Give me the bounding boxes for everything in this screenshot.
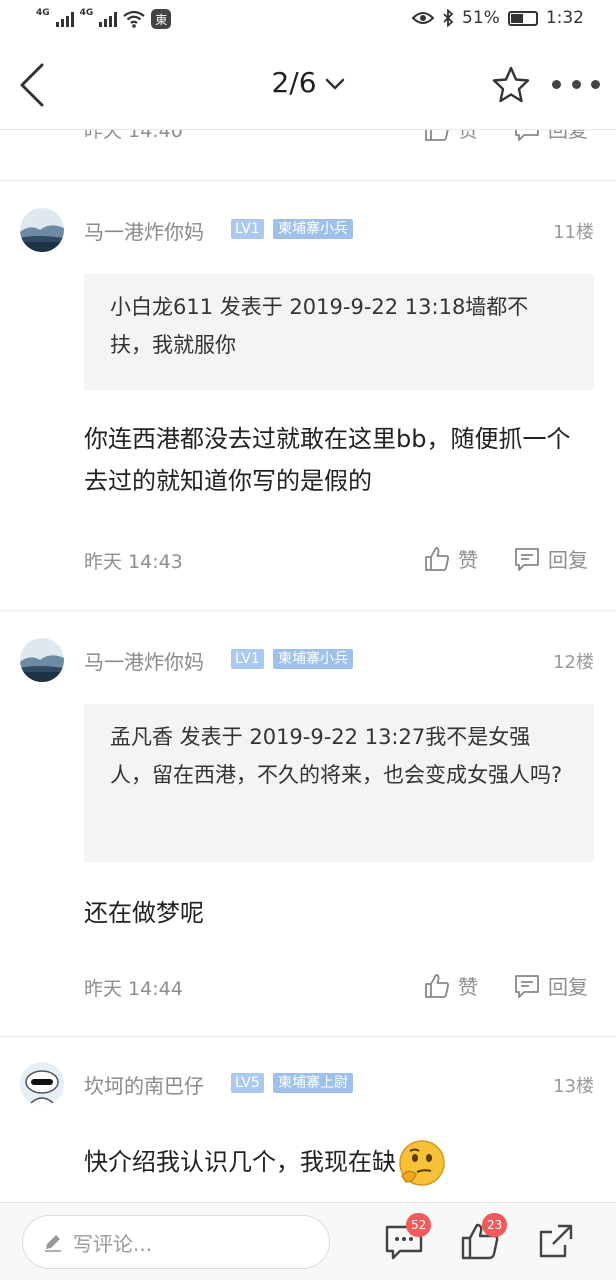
post-floor-11: 马一港炸你妈 LV1 柬埔寨小兵 11楼 小白龙611 发表于 2019-9-2… bbox=[0, 180, 616, 610]
post-floor-13: 坎坷的南巴仔 LV5 柬埔寨上尉 13楼 快介绍我认识几个，我现在缺 bbox=[0, 1036, 616, 1202]
level-badge: LV5 bbox=[231, 1073, 264, 1093]
level-badge: LV1 bbox=[231, 649, 264, 669]
floor-number: 11楼 bbox=[553, 222, 594, 243]
rank-badge: 柬埔寨小兵 bbox=[273, 219, 353, 239]
network-type-1: 4G bbox=[36, 8, 50, 18]
post-body: 快介绍我认识几个，我现在缺 bbox=[84, 1138, 604, 1188]
post-body-text: 快介绍我认识几个，我现在缺 bbox=[84, 1148, 396, 1176]
comment-icon bbox=[515, 974, 539, 998]
like-label: 赞 bbox=[458, 975, 478, 999]
avatar-landscape-icon bbox=[20, 208, 64, 252]
previous-post-footer: 昨天 14:40 赞 回复 bbox=[0, 130, 616, 156]
star-icon bbox=[492, 66, 530, 103]
like-button[interactable]: 赞 bbox=[424, 544, 478, 573]
favorite-button[interactable] bbox=[490, 64, 532, 106]
reply-label: 回复 bbox=[548, 548, 588, 572]
floor-number: 12楼 bbox=[553, 652, 594, 673]
share-icon bbox=[539, 1224, 573, 1258]
floor-number: 13楼 bbox=[553, 1076, 594, 1097]
wifi-icon bbox=[123, 10, 145, 28]
like-label: 赞 bbox=[458, 130, 478, 142]
share-button[interactable] bbox=[536, 1221, 576, 1261]
chevron-down-icon bbox=[325, 78, 344, 90]
avatar[interactable] bbox=[20, 208, 64, 252]
network-type-2: 4G bbox=[79, 8, 94, 18]
username[interactable]: 马一港炸你妈 bbox=[84, 646, 204, 675]
like-button[interactable]: 赞 bbox=[424, 971, 478, 1000]
post-floor-12: 马一港炸你妈 LV1 柬埔寨小兵 12楼 孟凡香 发表于 2019-9-22 1… bbox=[0, 610, 616, 1036]
avatar-cartoon-icon bbox=[20, 1062, 64, 1106]
reply-button[interactable]: 回复 bbox=[514, 971, 588, 1000]
like-post-button[interactable]: 23 bbox=[460, 1213, 508, 1261]
username[interactable]: 马一港炸你妈 bbox=[84, 216, 204, 245]
reply-label: 回复 bbox=[548, 975, 588, 999]
page-indicator: 2/6 bbox=[271, 66, 317, 99]
thumbs-up-icon bbox=[425, 130, 449, 141]
thumbs-up-icon bbox=[425, 973, 449, 998]
comment-count-badge: 52 bbox=[406, 1213, 432, 1237]
battery-percent: 51% bbox=[462, 8, 500, 28]
reply-button[interactable]: 回复 bbox=[514, 130, 588, 143]
top-nav-bar: 2/6 bbox=[0, 40, 616, 130]
like-label: 赞 bbox=[458, 548, 478, 572]
rank-badge: 柬埔寨小兵 bbox=[273, 649, 353, 669]
comment-icon bbox=[515, 130, 539, 141]
rank-badge: 柬埔寨上尉 bbox=[273, 1073, 353, 1093]
more-dots-icon[interactable] bbox=[552, 80, 600, 90]
quoted-reply: 小白龙611 发表于 2019-9-22 13:18墙都不扶，我就服你 bbox=[84, 274, 594, 390]
comment-icon bbox=[515, 547, 539, 571]
comment-input[interactable]: 写评论... bbox=[22, 1215, 330, 1269]
reply-label: 回复 bbox=[548, 130, 588, 142]
quoted-reply: 孟凡香 发表于 2019-9-22 13:27我不是女强人，留在西港，不久的将来… bbox=[84, 704, 594, 862]
app-notification-icon: 東 bbox=[151, 9, 172, 29]
thinking-face-emoji-icon bbox=[399, 1140, 445, 1186]
avatar-landscape-icon bbox=[20, 638, 64, 682]
signal-icon bbox=[55, 11, 74, 27]
pencil-icon bbox=[45, 1235, 61, 1252]
signal-icon-2 bbox=[99, 11, 118, 27]
post-time: 昨天 14:43 bbox=[84, 551, 183, 573]
comments-button[interactable]: 52 bbox=[384, 1213, 432, 1261]
like-button[interactable]: 赞 bbox=[424, 130, 478, 143]
bottom-action-bar: 写评论... 52 23 bbox=[0, 1202, 616, 1280]
thumbs-up-icon bbox=[425, 546, 449, 571]
like-count-badge: 23 bbox=[482, 1213, 508, 1237]
status-bar: 4G 4G 東 51% 1:32 bbox=[0, 0, 616, 40]
reply-button[interactable]: 回复 bbox=[514, 544, 588, 573]
username[interactable]: 坎坷的南巴仔 bbox=[84, 1070, 204, 1099]
battery-icon bbox=[507, 10, 538, 26]
post-time: 昨天 14:40 bbox=[84, 130, 183, 142]
bluetooth-icon bbox=[443, 9, 454, 27]
thread-content: 昨天 14:40 赞 回复 马一港炸你妈 LV1 柬埔寨小兵 11楼 小白龙61… bbox=[0, 130, 616, 1202]
clock: 1:32 bbox=[545, 8, 584, 28]
eye-icon bbox=[412, 12, 435, 24]
comment-placeholder: 写评论... bbox=[73, 1231, 153, 1256]
post-body: 还在做梦呢 bbox=[84, 899, 204, 927]
avatar[interactable] bbox=[20, 638, 64, 682]
avatar[interactable] bbox=[20, 1062, 64, 1106]
level-badge: LV1 bbox=[231, 219, 264, 239]
post-body: 你连西港都没去过就敢在这里bb，随便抓一个去过的就知道你写的是假的 bbox=[84, 425, 571, 495]
post-time: 昨天 14:44 bbox=[84, 978, 183, 1000]
